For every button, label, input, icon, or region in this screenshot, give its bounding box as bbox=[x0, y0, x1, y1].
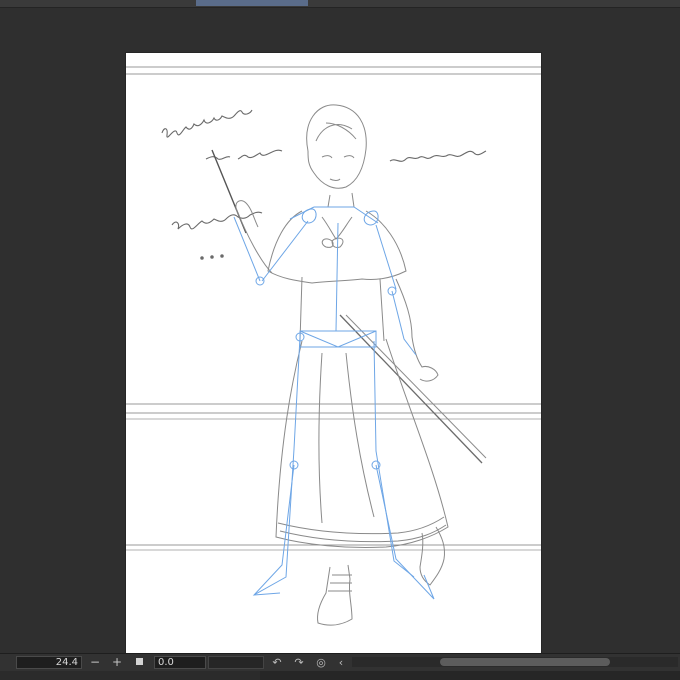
zoom-out-button[interactable]: − bbox=[88, 656, 102, 669]
flip-icon[interactable]: ‹ bbox=[334, 656, 348, 669]
canvas-paper[interactable] bbox=[126, 53, 541, 653]
canvas-viewport[interactable] bbox=[0, 8, 680, 653]
square-fit-icon[interactable] bbox=[136, 658, 143, 665]
zoom-in-button[interactable]: + bbox=[110, 656, 124, 669]
canvas-statusbar: 24.4 − + 0.0 ↶ ↷ ◎ ‹ bbox=[0, 653, 680, 680]
rotate-right-icon[interactable]: ↷ bbox=[292, 656, 306, 669]
rotate-left-icon[interactable]: ↶ bbox=[270, 656, 284, 669]
top-tab-strip bbox=[0, 0, 680, 8]
sketch-artwork bbox=[126, 66, 541, 626]
active-tab[interactable] bbox=[196, 0, 308, 6]
rotation-angle-input[interactable]: 0.0 bbox=[154, 656, 206, 669]
bottom-strip-accent bbox=[0, 671, 260, 680]
reset-rotation-icon[interactable]: ◎ bbox=[314, 656, 328, 669]
drawing-app-window: 24.4 − + 0.0 ↶ ↷ ◎ ‹ bbox=[0, 0, 680, 680]
rotation-slider[interactable] bbox=[208, 656, 264, 669]
zoom-input[interactable]: 24.4 bbox=[16, 656, 82, 669]
scrollbar-thumb[interactable] bbox=[440, 658, 610, 666]
horizontal-scrollbar[interactable] bbox=[352, 657, 678, 667]
